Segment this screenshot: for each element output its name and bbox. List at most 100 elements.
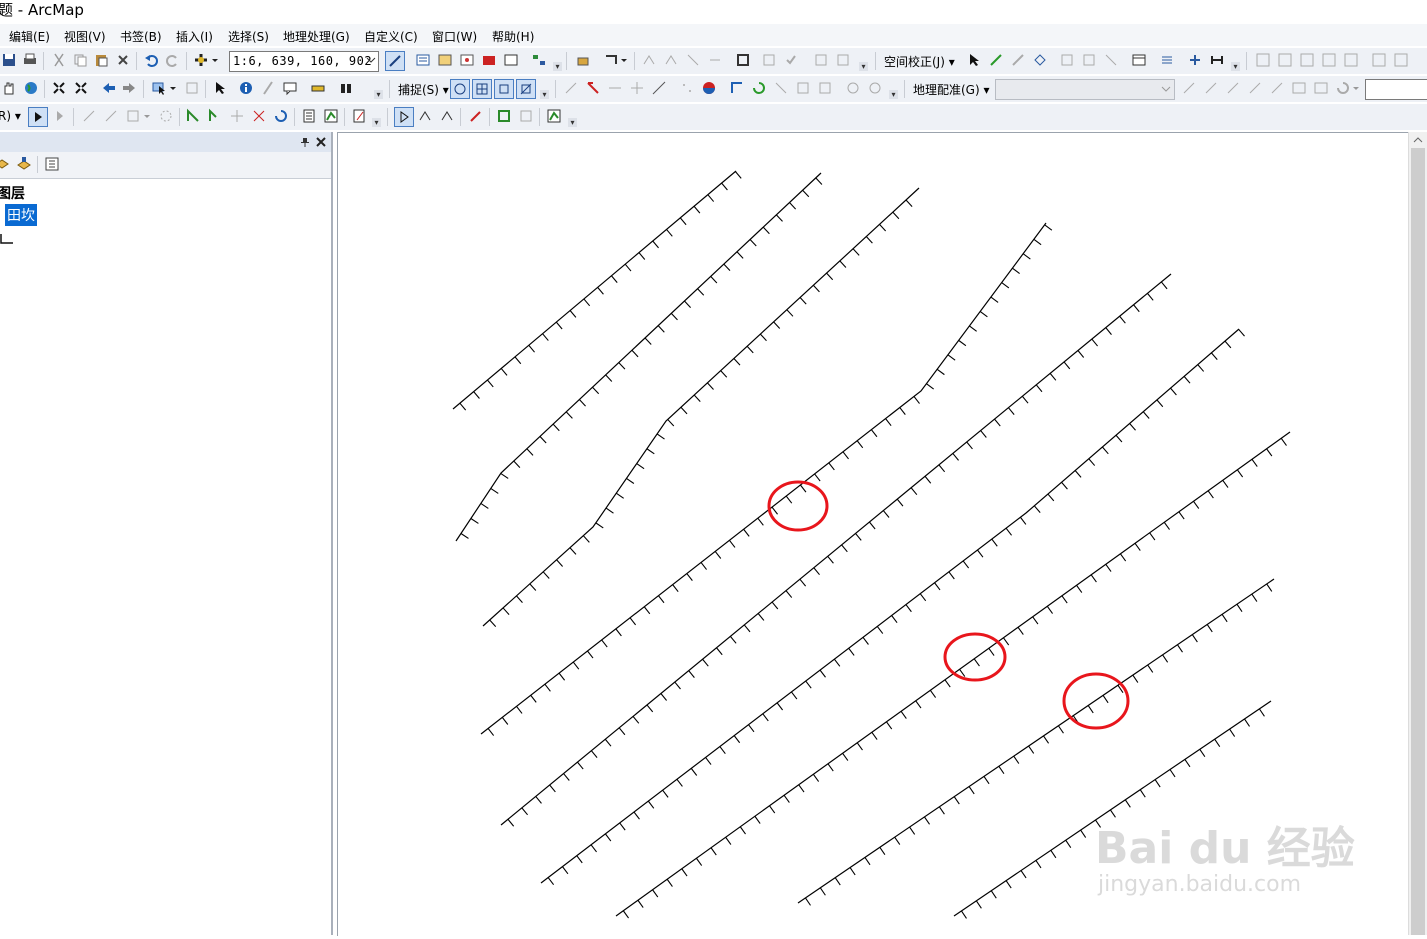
pencil-icon[interactable] — [467, 107, 485, 125]
scroll-up-icon[interactable] — [1413, 135, 1423, 145]
edit-annotation-icon[interactable] — [52, 107, 70, 125]
back-arrow-icon[interactable] — [100, 79, 118, 97]
union-icon[interactable] — [844, 79, 862, 97]
measure-icon[interactable] — [309, 79, 327, 97]
clear-selection-icon[interactable] — [183, 79, 201, 97]
shared-edges-icon[interactable] — [438, 107, 456, 125]
fixed-zoom-in-icon[interactable] — [50, 79, 68, 97]
full-extent-icon[interactable] — [1320, 51, 1338, 69]
save-icon[interactable] — [0, 51, 18, 69]
map-scale-input[interactable]: 1:6, 639, 160, 902 — [229, 51, 379, 72]
georef-layer-select[interactable] — [995, 79, 1175, 100]
paste-icon[interactable] — [92, 51, 110, 69]
create-features-icon[interactable] — [562, 79, 580, 97]
delete-icon[interactable] — [114, 51, 132, 69]
zoom-to-selected-link-icon[interactable] — [1224, 79, 1242, 97]
chevron-down-icon[interactable] — [1351, 79, 1361, 97]
snapping-menu[interactable]: 捕捉(S) ▾ — [398, 81, 449, 98]
arctoolbox-icon[interactable] — [480, 51, 498, 69]
tangent-icon[interactable] — [650, 79, 668, 97]
3d-sphere-icon[interactable] — [700, 79, 718, 97]
menu-bookmarks[interactable]: 书签(B) — [120, 28, 162, 45]
html-popup-icon[interactable] — [281, 79, 299, 97]
page-zoom-icon[interactable] — [1392, 51, 1410, 69]
zoom-out-icon[interactable] — [1276, 51, 1294, 69]
cut-polygons-icon[interactable] — [157, 107, 175, 125]
menu-selection[interactable]: 选择(S) — [228, 28, 269, 45]
list-by-source-icon[interactable] — [16, 156, 32, 172]
generalize-icon[interactable] — [772, 79, 790, 97]
edge-match-icon[interactable] — [1186, 51, 1204, 69]
chevron-down-icon[interactable] — [142, 107, 152, 125]
end-snap-icon[interactable] — [472, 79, 492, 99]
cut-tool-icon[interactable] — [250, 107, 268, 125]
select-elements-icon[interactable] — [965, 51, 983, 69]
rotate-tool-icon[interactable] — [272, 107, 290, 125]
pan-icon[interactable] — [1342, 51, 1360, 69]
attribute-transfer-icon[interactable] — [1158, 51, 1176, 69]
smooth-icon[interactable] — [794, 79, 812, 97]
rotate-raster-icon[interactable] — [1334, 79, 1352, 97]
cut-icon[interactable] — [50, 51, 68, 69]
list-by-drawing-order-icon[interactable] — [0, 156, 10, 172]
create-features-window-icon[interactable] — [350, 107, 368, 125]
delete-link-icon[interactable] — [1246, 79, 1264, 97]
layer-item-tiankan[interactable]: 田坎 — [5, 204, 37, 226]
zoom-in-icon[interactable] — [1254, 51, 1272, 69]
chevron-down-icon[interactable] — [168, 79, 178, 97]
scrollbar-thumb[interactable] — [1411, 148, 1425, 935]
copy-icon[interactable] — [71, 51, 89, 69]
view-link-table-icon[interactable] — [1290, 79, 1308, 97]
search-window-icon[interactable] — [458, 51, 476, 69]
topology-edit-tool-icon[interactable] — [394, 107, 414, 127]
vertex-snap-icon[interactable] — [494, 79, 514, 99]
split-icon[interactable] — [706, 51, 724, 69]
clear-links-icon[interactable] — [1102, 51, 1120, 69]
align-to-shape-icon[interactable] — [728, 79, 746, 97]
select-features-icon[interactable] — [150, 79, 168, 97]
print-icon[interactable] — [21, 51, 39, 69]
layout-icon[interactable] — [574, 51, 592, 69]
layer-table-icon[interactable] — [1312, 79, 1330, 97]
menu-windows[interactable]: 窗口(W) — [432, 28, 477, 45]
reshape-icon[interactable] — [662, 51, 680, 69]
pin-icon[interactable] — [299, 136, 311, 148]
editor-toolbar-icon[interactable] — [385, 51, 405, 71]
rotate-icon[interactable] — [750, 79, 768, 97]
georeferencing-menu[interactable]: 地理配准(G) ▾ — [913, 81, 990, 98]
trace-icon[interactable] — [584, 79, 602, 97]
menu-view[interactable]: 视图(V) — [64, 28, 106, 45]
undo-icon[interactable] — [142, 51, 160, 69]
rubbersheet-icon[interactable] — [1208, 51, 1226, 69]
python-window-icon[interactable] — [502, 51, 520, 69]
menu-insert[interactable]: 插入(I) — [176, 28, 213, 45]
menu-geoprocessing[interactable]: 地理处理(G) — [283, 28, 350, 45]
fix-topology-icon[interactable] — [812, 51, 830, 69]
end-point-arc-icon[interactable] — [102, 107, 120, 125]
globe-icon[interactable] — [22, 79, 40, 97]
midpoint-icon[interactable] — [606, 79, 624, 97]
page-layout-icon[interactable] — [1370, 51, 1388, 69]
identity-link-icon[interactable] — [1058, 51, 1076, 69]
clip-icon[interactable] — [866, 79, 884, 97]
fixed-zoom-out-icon[interactable] — [72, 79, 90, 97]
menu-customize[interactable]: 自定义(C) — [364, 28, 418, 45]
menu-help[interactable]: 帮助(H) — [492, 28, 534, 45]
limited-adjustment-icon[interactable] — [1080, 51, 1098, 69]
editor-menu[interactable]: R) ▾ — [0, 109, 21, 123]
sketch-properties-icon[interactable] — [322, 107, 340, 125]
vertical-scrollbar[interactable] — [1408, 132, 1427, 935]
endpoint-arc-icon[interactable] — [628, 79, 646, 97]
options-icon[interactable] — [44, 156, 60, 172]
point-snap-icon[interactable] — [450, 79, 470, 99]
layers-root-label[interactable]: 图层 — [0, 183, 25, 203]
split-tool-icon[interactable] — [228, 107, 246, 125]
add-control-points-icon[interactable] — [1180, 79, 1198, 97]
add-data-icon[interactable] — [192, 51, 210, 69]
attributes-icon[interactable] — [300, 107, 318, 125]
hyperlink-icon[interactable] — [259, 79, 277, 97]
chevron-down-icon[interactable] — [366, 55, 376, 65]
redo-icon[interactable] — [164, 51, 182, 69]
add-data-dropdown-icon[interactable] — [210, 51, 220, 69]
random-points-icon[interactable] — [678, 79, 696, 97]
